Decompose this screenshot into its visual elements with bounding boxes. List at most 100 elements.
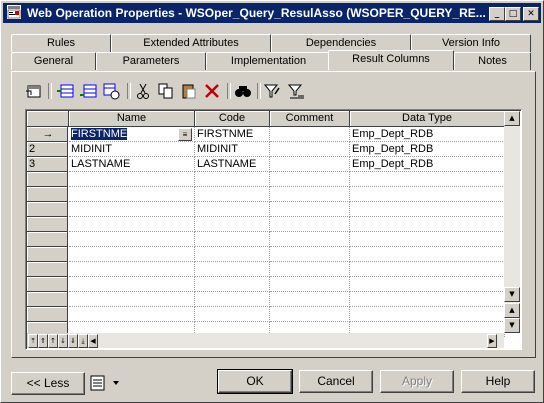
tab-parameters[interactable]: Parameters [96, 52, 206, 70]
cell-datatype[interactable] [350, 247, 505, 262]
cell-name[interactable] [69, 217, 195, 232]
cell-datatype[interactable] [350, 292, 505, 307]
result-columns-grid[interactable]: Name Code Comment Data Type → FIRSTNME ≡ FI… [25, 109, 522, 350]
cell-datatype[interactable]: Emp_Dept_RDB [350, 142, 505, 157]
cell-code[interactable] [195, 247, 270, 262]
row-header[interactable] [27, 202, 68, 217]
grid-corner[interactable] [27, 111, 69, 127]
column-header-name[interactable]: Name [69, 111, 195, 127]
column-header-data-type[interactable]: Data Type [350, 111, 505, 127]
move-up-page-button[interactable]: ⇑ [38, 334, 48, 348]
row-header[interactable] [27, 292, 68, 307]
cell-name[interactable] [69, 307, 195, 322]
cut-icon[interactable] [134, 82, 152, 100]
maximize-button[interactable]: □ [505, 7, 521, 21]
cell-comment[interactable] [270, 262, 350, 277]
row-header[interactable] [27, 247, 68, 262]
properties-icon[interactable] [25, 82, 43, 100]
column-header-comment[interactable]: Comment [270, 111, 350, 127]
column-header-code[interactable]: Code [195, 111, 270, 127]
filter-icon[interactable] [264, 82, 282, 100]
tab-result-columns[interactable]: Result Columns [328, 50, 454, 70]
insert-row-icon[interactable] [57, 82, 75, 100]
row-header[interactable]: → [27, 127, 68, 142]
cell-code[interactable] [195, 292, 270, 307]
clear-filter-icon[interactable] [288, 82, 306, 100]
cell-datatype[interactable] [350, 232, 505, 247]
cell-code[interactable] [195, 217, 270, 232]
scroll-left-button[interactable]: ◀ [88, 334, 98, 348]
vertical-scrollbar[interactable]: ▲ ▼ ▲ ▼ [504, 111, 520, 333]
cell-datatype[interactable] [350, 172, 505, 187]
cell-datatype[interactable] [350, 217, 505, 232]
move-down-button[interactable]: ↓ [58, 334, 68, 348]
cell-name[interactable] [69, 262, 195, 277]
cell-name[interactable]: FIRSTNME ≡ [69, 127, 195, 142]
scroll-down-button-2[interactable]: ▼ [504, 318, 520, 333]
cell-comment[interactable] [270, 142, 350, 157]
add-rows-icon[interactable] [102, 82, 120, 100]
title-bar[interactable]: Web Operation Properties - WSOper_Query_… [3, 3, 541, 23]
move-bottom-button[interactable]: ⤓ [78, 334, 88, 348]
cell-datatype[interactable] [350, 307, 505, 322]
cell-datatype[interactable]: Emp_Dept_RDB [350, 127, 505, 142]
cell-code[interactable] [195, 262, 270, 277]
move-down-page-button[interactable]: ⇓ [68, 334, 78, 348]
cell-name[interactable] [69, 277, 195, 292]
cell-comment[interactable] [270, 217, 350, 232]
ellipsis-button[interactable]: ≡ [178, 128, 192, 141]
row-header[interactable] [27, 277, 68, 292]
cell-code[interactable] [195, 187, 270, 202]
cell-datatype[interactable] [350, 202, 505, 217]
minimize-button[interactable]: _ [489, 7, 505, 21]
cell-comment[interactable] [270, 292, 350, 307]
tab-notes[interactable]: Notes [454, 52, 531, 70]
cell-code[interactable]: FIRSTNME [195, 127, 270, 142]
scroll-up-button[interactable]: ▲ [504, 111, 520, 126]
tab-implementation[interactable]: Implementation [206, 52, 331, 70]
row-header[interactable]: 3 [27, 157, 68, 172]
scroll-right-button[interactable]: ▶ [487, 334, 497, 348]
cell-code[interactable]: MIDINIT [195, 142, 270, 157]
row-header[interactable] [27, 232, 68, 247]
cell-code[interactable]: LASTNAME [195, 157, 270, 172]
cell-comment[interactable] [270, 277, 350, 292]
copy-icon[interactable] [157, 82, 175, 100]
paste-icon[interactable] [180, 82, 198, 100]
row-header[interactable] [27, 262, 68, 277]
horizontal-scrollbar[interactable]: ⇓ ⤓ ◀ ▶ [68, 333, 504, 348]
tab-general[interactable]: General [11, 52, 96, 70]
cell-comment[interactable] [270, 157, 350, 172]
cell-name[interactable] [69, 172, 195, 187]
find-icon[interactable] [234, 82, 252, 100]
cell-code[interactable] [195, 172, 270, 187]
cell-comment[interactable] [270, 172, 350, 187]
row-header[interactable]: 2 [27, 142, 68, 157]
cell-comment[interactable] [270, 307, 350, 322]
close-button[interactable]: ✕ [523, 7, 539, 21]
cell-name[interactable] [69, 232, 195, 247]
ok-button[interactable]: OK [217, 369, 293, 394]
row-header[interactable] [27, 172, 68, 187]
menu-dropdown-icon[interactable] [89, 374, 123, 392]
cell-code[interactable] [195, 307, 270, 322]
move-top-button[interactable]: ⤒ [28, 334, 38, 348]
cell-comment[interactable] [270, 247, 350, 262]
tab-rules[interactable]: Rules [11, 34, 111, 52]
cell-name[interactable]: LASTNAME [69, 157, 195, 172]
cell-name[interactable] [69, 187, 195, 202]
cell-comment[interactable] [270, 187, 350, 202]
less-button[interactable]: << Less [11, 372, 85, 395]
row-header[interactable] [27, 187, 68, 202]
add-row-icon[interactable] [80, 82, 98, 100]
cell-name[interactable] [69, 247, 195, 262]
cell-comment[interactable] [270, 232, 350, 247]
cell-datatype[interactable] [350, 187, 505, 202]
cancel-button[interactable]: Cancel [299, 370, 373, 393]
delete-icon[interactable] [203, 82, 221, 100]
cell-code[interactable] [195, 202, 270, 217]
cell-comment[interactable] [270, 202, 350, 217]
cell-code[interactable] [195, 232, 270, 247]
apply-button[interactable]: Apply [380, 370, 454, 393]
row-header[interactable] [27, 217, 68, 232]
